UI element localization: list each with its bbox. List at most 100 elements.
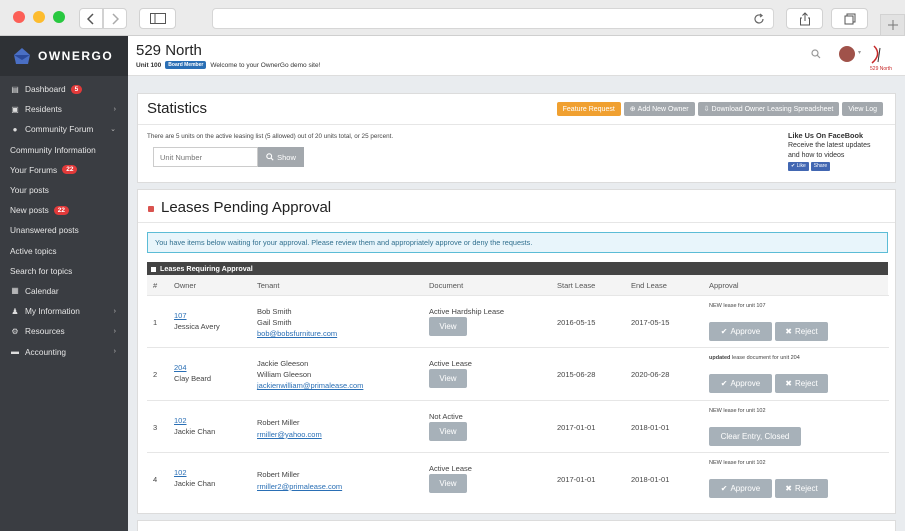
chevron-right-icon bbox=[112, 12, 119, 25]
search-icon[interactable] bbox=[811, 49, 821, 59]
clear-entry-button[interactable]: Clear Entry, Closed bbox=[709, 426, 801, 446]
view-document-button[interactable]: View bbox=[429, 421, 467, 441]
view-document-button[interactable]: View bbox=[429, 317, 467, 336]
tenant-name: Robert Miller bbox=[257, 417, 300, 427]
reload-icon[interactable] bbox=[753, 13, 765, 25]
table-title: Leases Requiring Approval bbox=[160, 264, 253, 273]
maximize-window-dot[interactable] bbox=[53, 11, 65, 23]
back-button[interactable] bbox=[79, 8, 103, 29]
facebook-share-button[interactable]: Share bbox=[810, 162, 831, 171]
sidebar-item-calendar[interactable]: ▦ Calendar bbox=[0, 281, 128, 301]
reject-button[interactable]: ✖ Reject bbox=[775, 374, 828, 394]
sidebar-item-accounting[interactable]: ▬ Accounting › bbox=[0, 341, 128, 361]
sidebar-item-unanswered-posts[interactable]: Unanswered posts bbox=[0, 220, 128, 240]
table-icon bbox=[151, 266, 156, 272]
sidebar-item-label: Community Information bbox=[10, 144, 96, 155]
leases-divider bbox=[138, 222, 895, 223]
new-tab-button[interactable] bbox=[880, 14, 905, 36]
sidebar-item-search-topics[interactable]: Search for topics bbox=[0, 261, 128, 281]
sidebar-item-label: Search for topics bbox=[10, 265, 73, 276]
community-logo: 529 North bbox=[866, 44, 896, 72]
approve-button[interactable]: ✔ Approve bbox=[709, 322, 772, 341]
leases-title: Leases Pending Approval bbox=[161, 199, 332, 216]
community-logo-icon bbox=[871, 45, 881, 64]
add-new-owner-button[interactable]: ⊕ Add New Owner bbox=[623, 102, 695, 116]
browser-chrome bbox=[0, 0, 905, 36]
sidebar-item-label: Dashboard bbox=[25, 84, 66, 95]
tenant-name: Bob Smith bbox=[257, 307, 292, 316]
brand-name: OWNERGO bbox=[38, 49, 114, 63]
approve-button[interactable]: ✔ Approve bbox=[709, 478, 772, 498]
tenant-email-link[interactable]: rmiller2@primalease.com bbox=[257, 481, 342, 492]
tabs-button[interactable] bbox=[831, 8, 868, 29]
minimize-window-dot[interactable] bbox=[33, 11, 45, 23]
close-icon: ✖ bbox=[785, 483, 792, 493]
show-button[interactable]: Show bbox=[258, 147, 304, 167]
tenant-email-link[interactable]: rmiller@yahoo.com bbox=[257, 429, 322, 440]
sidebar-item-residents[interactable]: ▣ Residents › bbox=[0, 99, 128, 119]
approval-note: NEW lease for unit 107 bbox=[709, 301, 766, 312]
sidebar-toggle-button[interactable] bbox=[139, 8, 176, 29]
end-lease-date: 2017-05-15 bbox=[631, 318, 670, 327]
accounting-icon: ▬ bbox=[11, 347, 19, 357]
view-log-button[interactable]: View Log bbox=[842, 102, 883, 116]
button-label: Reject bbox=[795, 327, 818, 336]
sidebar-item-active-topics[interactable]: Active topics bbox=[0, 241, 128, 261]
unit-number-field[interactable] bbox=[153, 147, 258, 167]
approval-note-text: lease document for unit 204 bbox=[730, 355, 800, 362]
sidebar-item-your-posts[interactable]: Your posts bbox=[0, 180, 128, 200]
sidebar-item-label: Resources bbox=[25, 326, 65, 337]
user-avatar[interactable] bbox=[839, 46, 855, 62]
tenant-email-link[interactable]: bob@bobsfurniture.com bbox=[257, 328, 337, 339]
table-row: 3 102 Jackie Chan Robert Miller rmiller@yaho… bbox=[147, 399, 889, 452]
end-lease-date: 2018-01-01 bbox=[631, 422, 670, 432]
sidebar-item-new-posts[interactable]: New posts 22 bbox=[0, 200, 128, 220]
share-button[interactable] bbox=[786, 8, 823, 29]
owner-unit-link[interactable]: 102 bbox=[174, 467, 187, 478]
reject-button[interactable]: ✖ Reject bbox=[775, 478, 828, 498]
owner-unit-link[interactable]: 204 bbox=[174, 362, 187, 373]
unit-number-input[interactable] bbox=[154, 148, 257, 166]
feature-request-button[interactable]: Feature Request bbox=[556, 102, 621, 116]
facebook-text-1: Receive the latest updates bbox=[788, 142, 871, 149]
resources-icon: ⚙ bbox=[11, 326, 19, 336]
forum-icon: ● bbox=[12, 124, 18, 134]
end-lease-date: 2018-01-01 bbox=[631, 474, 670, 484]
sidebar: OWNERGO ▤ Dashboard 5 ▣ Residents › ● Communi… bbox=[0, 36, 128, 531]
tenant-name: Robert Miller bbox=[257, 469, 300, 479]
sidebar-item-your-forums[interactable]: Your Forums 22 bbox=[0, 160, 128, 180]
check-icon: ✔ bbox=[720, 327, 728, 336]
sidebar-item-my-information[interactable]: ♟ My Information › bbox=[0, 301, 128, 321]
column-header-document: Document bbox=[429, 281, 464, 290]
tenant-email-link[interactable]: jackienwilliam@primalease.com bbox=[257, 380, 363, 391]
owner-unit-link[interactable]: 107 bbox=[174, 310, 187, 321]
owner-unit-link[interactable]: 102 bbox=[174, 415, 187, 426]
sidebar-item-label: My Information bbox=[25, 306, 80, 317]
sidebar-item-community-forum[interactable]: ● Community Forum ⌄ bbox=[0, 119, 128, 139]
statistics-toolbar: Feature Request ⊕ Add New Owner ⇩ Download… bbox=[556, 102, 883, 116]
leases-column-headers: # Owner Tenant Document Start Lease End … bbox=[147, 275, 888, 295]
sidebar-item-dashboard[interactable]: ▤ Dashboard 5 bbox=[0, 79, 128, 99]
reject-button[interactable]: ✖ Reject bbox=[775, 322, 828, 341]
forward-button[interactable] bbox=[103, 8, 127, 29]
brand-logo[interactable]: OWNERGO bbox=[0, 36, 128, 76]
share-icon bbox=[799, 11, 810, 25]
approve-button[interactable]: ✔ Approve bbox=[709, 374, 772, 394]
download-spreadsheet-button[interactable]: ⇩ Download Owner Leasing Spreadsheet bbox=[697, 102, 840, 116]
address-bar[interactable] bbox=[212, 8, 774, 29]
column-header-owner: Owner bbox=[174, 281, 197, 290]
view-document-button[interactable]: View bbox=[429, 369, 467, 389]
button-label: Add New Owner bbox=[637, 105, 689, 113]
chevron-down-icon[interactable]: ▾ bbox=[858, 49, 861, 56]
close-window-dot[interactable] bbox=[13, 11, 25, 23]
chevron-left-icon bbox=[87, 12, 94, 25]
count-badge: 22 bbox=[53, 205, 69, 215]
view-document-button[interactable]: View bbox=[429, 473, 467, 493]
sidebar-item-resources[interactable]: ⚙ Resources › bbox=[0, 321, 128, 341]
sidebar-item-community-information[interactable]: Community Information bbox=[0, 140, 128, 160]
tenant-name-secondary: William Gleeson bbox=[257, 370, 312, 380]
start-lease-date: 2017-01-01 bbox=[557, 474, 596, 484]
facebook-like-button[interactable]: ✔ Like bbox=[788, 162, 809, 171]
row-number: 3 bbox=[153, 422, 158, 432]
next-panel bbox=[137, 520, 896, 531]
